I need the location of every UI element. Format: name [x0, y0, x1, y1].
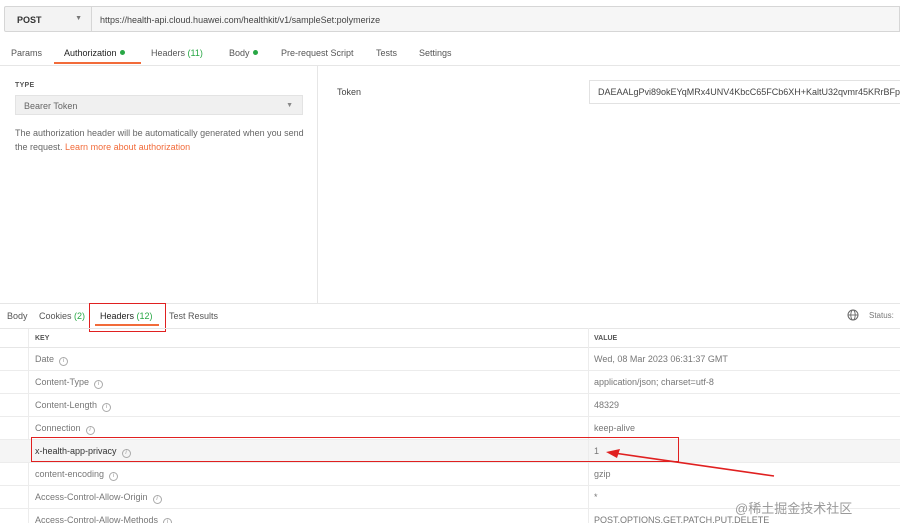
tab-headers-label: Headers — [151, 48, 186, 58]
url-text: https://health-api.cloud.huawei.com/heal… — [100, 15, 381, 25]
info-icon[interactable]: i — [152, 495, 162, 504]
token-label: Token — [337, 87, 362, 97]
table-row: Content-Type i application/json; charset=… — [0, 371, 900, 394]
method-label: POST — [17, 15, 42, 25]
auth-type-select[interactable]: Bearer Token ▼ — [15, 95, 303, 115]
chevron-down-icon: ▼ — [75, 15, 82, 22]
header-key: Access-Control-Allow-Methods i — [35, 515, 173, 523]
tab-prerequest-script[interactable]: Pre-request Script — [281, 48, 354, 58]
status-label: Status: — [869, 311, 894, 320]
header-value: keep-alive — [594, 423, 636, 433]
header-key-text: Access-Control-Allow-Origin — [35, 492, 148, 502]
request-tabs: Params Authorization Headers (11) Body P… — [0, 40, 900, 66]
chevron-down-icon: ▼ — [286, 102, 293, 109]
tab-headers-count: (11) — [187, 48, 203, 58]
tab-settings[interactable]: Settings — [419, 48, 452, 58]
status-dot-icon — [119, 50, 125, 55]
column-divider — [588, 328, 589, 523]
header-key: Connection i — [35, 423, 95, 435]
token-value: DAEAALgPvi89okEYqMRx4UNV4KbcC65FCb6XH+Ka… — [598, 87, 900, 97]
tab-authorization[interactable]: Authorization — [64, 48, 125, 58]
header-key: Content-Length i — [35, 400, 112, 412]
active-tab-indicator — [54, 62, 141, 64]
info-icon[interactable]: i — [85, 426, 95, 435]
header-value: 48329 — [594, 400, 620, 410]
method-select[interactable]: POST ▼ — [4, 6, 92, 32]
privacy-header-annotation-box — [31, 437, 679, 462]
info-icon[interactable]: i — [59, 357, 69, 366]
tab-body-label: Body — [229, 48, 250, 58]
auth-type-panel: TYPE Bearer Token ▼ The authorization he… — [0, 66, 318, 304]
watermark: @稀土掘金技术社区 — [735, 501, 853, 516]
header-key: Content-Type i — [35, 377, 104, 389]
token-input[interactable]: DAEAALgPvi89okEYqMRx4UNV4KbcC65FCb6XH+Ka… — [589, 80, 900, 104]
response-tab-cookies[interactable]: Cookies (2) — [39, 311, 85, 321]
response-tab-cookies-label: Cookies — [39, 311, 72, 321]
header-key: content-encoding i — [35, 469, 119, 481]
response-tab-cookies-count: (2) — [74, 311, 86, 321]
header-key: Access-Control-Allow-Origin i — [35, 492, 162, 504]
info-icon[interactable]: i — [94, 380, 104, 389]
header-key-text: Access-Control-Allow-Methods — [35, 515, 159, 523]
header-key-text: Connection — [35, 423, 81, 433]
header-key-text: Content-Length — [35, 400, 98, 410]
auth-type-value: Bearer Token — [24, 101, 78, 111]
tab-authorization-label: Authorization — [64, 48, 117, 58]
response-tab-body[interactable]: Body — [7, 311, 28, 321]
auth-description: The authorization header will be automat… — [15, 127, 305, 154]
info-icon[interactable]: i — [102, 403, 112, 412]
header-key-text: content-encoding — [35, 469, 105, 479]
annotation-arrow — [606, 449, 775, 477]
info-icon[interactable]: i — [163, 518, 173, 523]
header-value: * — [594, 492, 598, 502]
learn-more-link[interactable]: Learn more about authorization — [65, 142, 190, 152]
header-key-text: Date — [35, 354, 55, 364]
header-value: application/json; charset=utf-8 — [594, 377, 714, 387]
value-column-header: VALUE — [594, 335, 618, 342]
header-value: Wed, 08 Mar 2023 06:31:37 GMT — [594, 354, 728, 364]
status-dot-icon — [252, 50, 258, 55]
table-row: Content-Length i 48329 — [0, 394, 900, 417]
request-bar: POST ▼ https://health-api.cloud.huawei.c… — [0, 0, 900, 40]
key-column-header: KEY — [35, 335, 50, 342]
table-header: KEY VALUE — [0, 328, 900, 348]
info-icon[interactable]: i — [109, 472, 119, 481]
tab-tests[interactable]: Tests — [376, 48, 397, 58]
table-row: Date i Wed, 08 Mar 2023 06:31:37 GMT — [0, 348, 900, 371]
tab-body[interactable]: Body — [229, 48, 258, 58]
header-key: Date i — [35, 354, 69, 366]
tab-headers[interactable]: Headers (11) — [151, 48, 203, 58]
header-key-text: Content-Type — [35, 377, 90, 387]
globe-icon[interactable] — [847, 309, 859, 321]
type-label: TYPE — [15, 82, 35, 89]
url-input[interactable]: https://health-api.cloud.huawei.com/heal… — [92, 6, 900, 32]
response-tab-test-results[interactable]: Test Results — [169, 311, 218, 321]
tab-params[interactable]: Params — [11, 48, 42, 58]
